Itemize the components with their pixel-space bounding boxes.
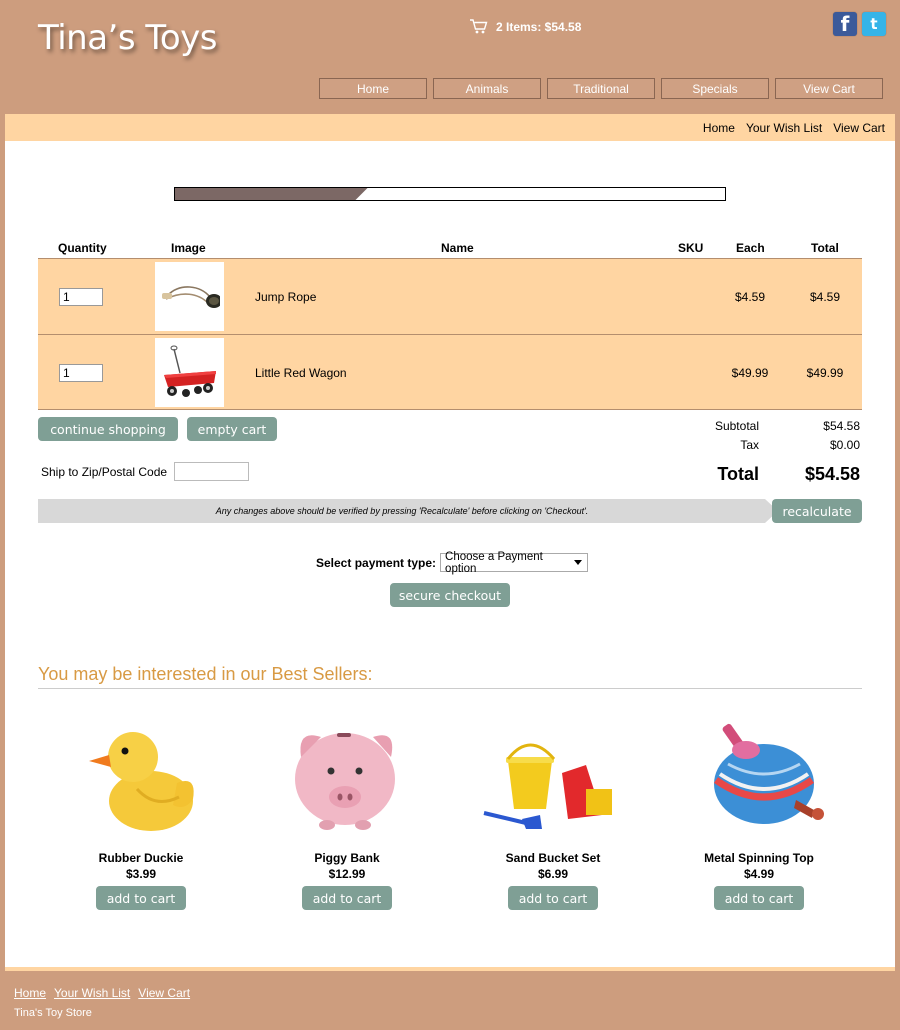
product-card: Piggy Bank $12.99 add to cart — [244, 714, 450, 910]
product-price: $3.99 — [125, 867, 157, 881]
product-card: Metal Spinning Top $4.99 add to cart — [656, 714, 862, 910]
empty-cart-button[interactable]: empty cart — [187, 417, 277, 441]
col-total: Total — [811, 241, 839, 255]
chevron-down-icon — [574, 560, 583, 565]
product-name[interactable]: Piggy Bank — [244, 851, 450, 865]
col-name: Name — [441, 241, 474, 255]
site-header: Tina’s Toys 2 Items: $54.58 f t Home Ani… — [0, 0, 900, 114]
rubber-duckie-image[interactable] — [66, 714, 216, 839]
subnav-home[interactable]: Home — [703, 121, 735, 135]
cart-item-total: $49.99 — [806, 366, 844, 380]
continue-shopping-button[interactable]: continue shopping — [38, 417, 178, 441]
facebook-icon[interactable]: f — [833, 12, 857, 36]
payment-type-label: Select payment type: — [316, 555, 437, 570]
cart-item-total: $4.59 — [809, 290, 841, 304]
cart-summary[interactable]: 2 Items: $54.58 — [470, 19, 581, 34]
cart-row: Jump Rope $4.59 $4.59 — [38, 258, 862, 334]
zip-label: Ship to Zip/Postal Code — [41, 465, 168, 479]
col-each: Each — [736, 241, 765, 255]
payment-type-select[interactable]: Choose a Payment option — [440, 550, 589, 575]
nav-animals[interactable]: Animals — [433, 78, 541, 99]
site-logo[interactable]: Tina’s Toys — [38, 18, 218, 58]
add-to-cart-button[interactable]: add to cart — [302, 886, 392, 910]
product-name[interactable]: Sand Bucket Set — [450, 851, 656, 865]
product-card: Rubber Duckie $3.99 add to cart — [38, 714, 244, 910]
tax-label: Tax — [740, 438, 759, 452]
nav-home[interactable]: Home — [319, 78, 427, 99]
site-footer: Home Your Wish List View Cart Tina's Toy… — [14, 986, 190, 1019]
piggy-bank-image[interactable] — [272, 714, 422, 839]
product-price: $6.99 — [537, 867, 569, 881]
subtotal-label: Subtotal — [714, 419, 759, 433]
nav-traditional[interactable]: Traditional — [547, 78, 655, 99]
cart-totals: Subtotal $54.58 Tax $0.00 Total $54.58 — [645, 419, 862, 487]
total-label: Total — [717, 464, 759, 484]
col-image: Image — [171, 241, 206, 255]
product-price: $12.99 — [328, 867, 366, 881]
nav-view-cart[interactable]: View Cart — [775, 78, 883, 99]
product-price: $4.99 — [743, 867, 775, 881]
quantity-input[interactable] — [59, 364, 103, 382]
col-quantity: Quantity — [58, 241, 107, 255]
twitter-icon[interactable]: t — [862, 12, 886, 36]
spinning-top-image[interactable] — [684, 714, 834, 839]
cart-table-header: Quantity Image Name SKU Each Total — [38, 239, 862, 259]
payment-selected-value: Choose a Payment option — [445, 550, 543, 575]
jump-rope-image — [155, 262, 224, 331]
shopping-cart-icon — [470, 19, 488, 34]
secure-checkout-button[interactable]: secure checkout — [390, 583, 510, 607]
subnav-view-cart[interactable]: View Cart — [833, 121, 885, 135]
subtotal-value: $54.58 — [823, 419, 860, 433]
wagon-image — [155, 338, 224, 407]
cart-row: Little Red Wagon $49.99 $49.99 — [38, 334, 862, 410]
nav-specials[interactable]: Specials — [661, 78, 769, 99]
total-value: $54.58 — [804, 464, 860, 484]
cart-item-name[interactable]: Little Red Wagon — [255, 366, 347, 380]
footer-view-cart-link[interactable]: View Cart — [138, 986, 190, 1000]
footer-wish-list-link[interactable]: Your Wish List — [54, 986, 130, 1000]
recalculate-button[interactable]: recalculate — [772, 499, 862, 523]
cart-item-name[interactable]: Jump Rope — [255, 290, 316, 304]
add-to-cart-button[interactable]: add to cart — [714, 886, 804, 910]
tax-value: $0.00 — [829, 438, 860, 452]
col-sku: SKU — [678, 241, 704, 255]
checkout-progress-fill — [175, 188, 368, 200]
sand-bucket-image[interactable] — [478, 714, 628, 839]
zip-input[interactable] — [174, 462, 249, 481]
main-nav: Home Animals Traditional Specials View C… — [319, 78, 883, 99]
add-to-cart-button[interactable]: add to cart — [508, 886, 598, 910]
subnav-wish-list[interactable]: Your Wish List — [746, 121, 822, 135]
quantity-input[interactable] — [59, 288, 103, 306]
footer-store-name: Tina's Toy Store — [14, 1007, 92, 1019]
footer-home-link[interactable]: Home — [14, 986, 46, 1000]
cart-item-each: $49.99 — [731, 366, 769, 380]
product-name[interactable]: Rubber Duckie — [38, 851, 244, 865]
payment-type: Select payment type: Choose a Payment op… — [316, 550, 589, 575]
add-to-cart-button[interactable]: add to cart — [96, 886, 186, 910]
checkout-progress-bar — [174, 187, 726, 201]
product-card: Sand Bucket Set $6.99 add to cart — [450, 714, 656, 910]
product-name[interactable]: Metal Spinning Top — [656, 851, 862, 865]
bestsellers-heading: You may be interested in our Best Seller… — [38, 664, 862, 689]
content-panel: Home Your Wish List View Cart Quantity I… — [5, 114, 895, 969]
cart-table: Jump Rope $4.59 $4.59 Little Red Wagon $… — [38, 258, 862, 410]
footer-divider — [5, 967, 895, 971]
cart-summary-text: 2 Items: $54.58 — [496, 19, 582, 34]
sub-nav: Home Your Wish List View Cart — [5, 114, 895, 141]
cart-item-each: $4.59 — [734, 290, 766, 304]
recalculate-note: Any changes above should be verified by … — [38, 499, 778, 523]
